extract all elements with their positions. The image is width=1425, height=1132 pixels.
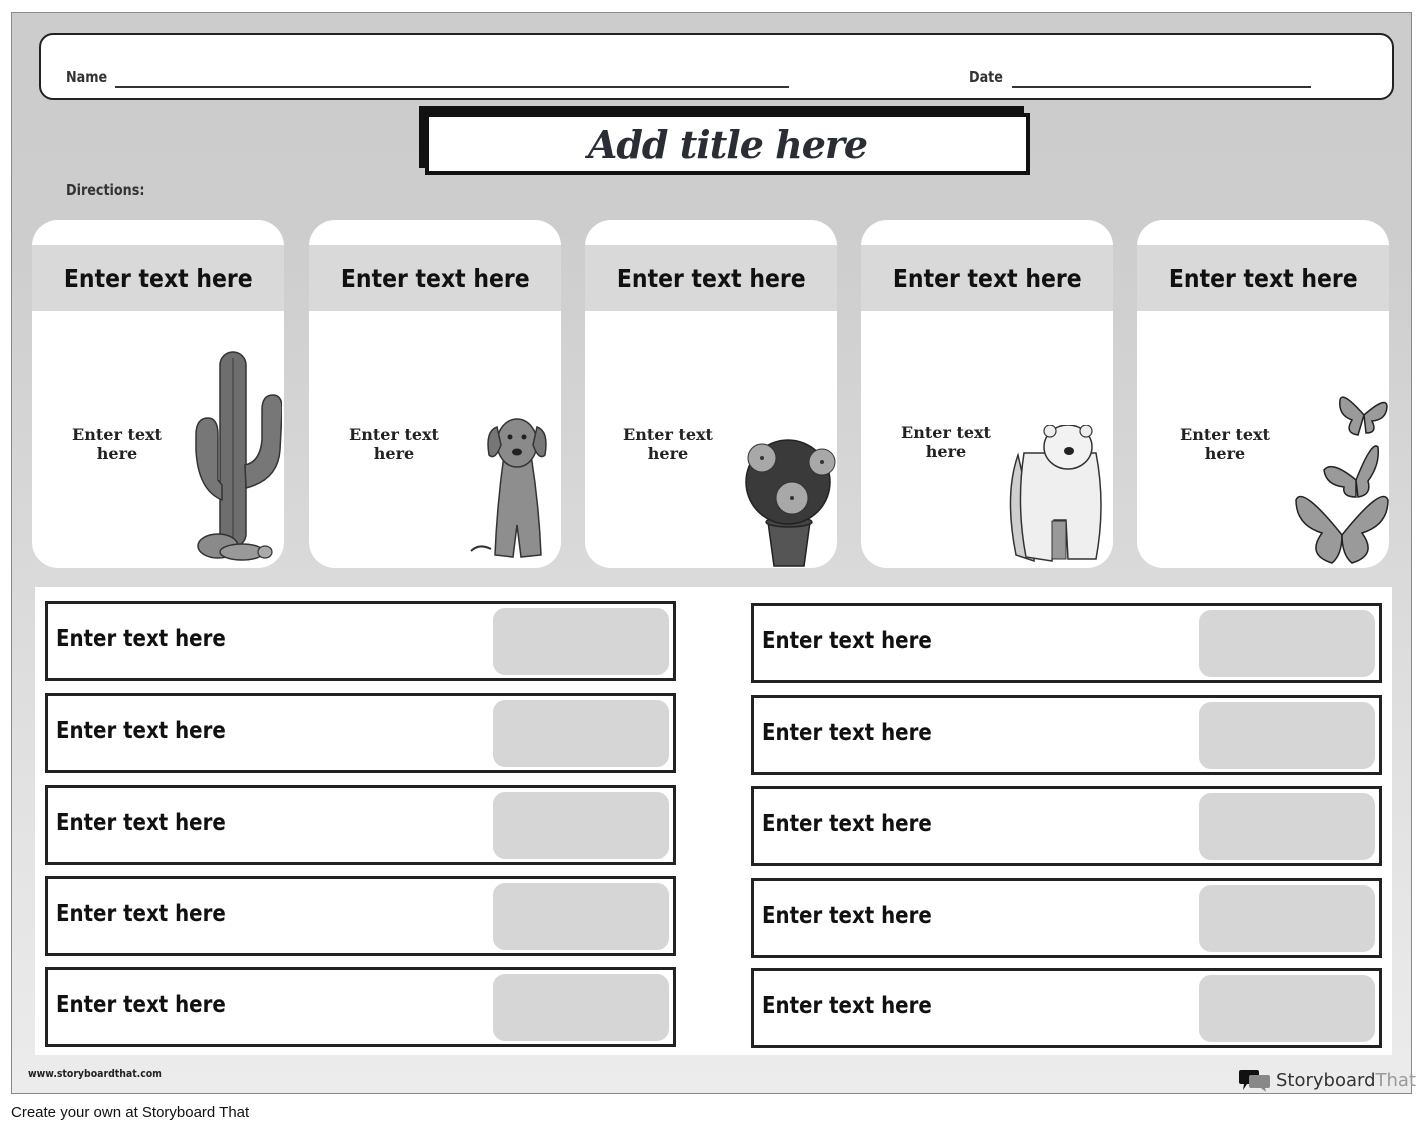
polar-bear-icon — [1009, 425, 1102, 563]
row-label: Enter text here — [762, 993, 932, 1019]
row-left[interactable]: Enter text here — [45, 693, 676, 773]
answer-slot[interactable] — [1199, 610, 1375, 677]
answer-slot[interactable] — [493, 700, 669, 767]
answer-slot[interactable] — [493, 974, 669, 1041]
card-body-text[interactable]: Enter text here — [1170, 425, 1280, 463]
card-body-text[interactable]: Enter text here — [891, 423, 1001, 461]
card-body-text[interactable]: Enter text here — [613, 425, 723, 463]
butterflies-icon — [1295, 396, 1389, 564]
brand-logo: StoryboardThat — [1239, 1068, 1416, 1092]
answer-slot[interactable] — [1199, 975, 1375, 1042]
row-left[interactable]: Enter text here — [45, 876, 676, 956]
card: Enter text here Enter text here — [1137, 220, 1389, 568]
create-your-own-link[interactable]: Create your own at Storyboard That — [11, 1104, 249, 1121]
card-body-text[interactable]: Enter text here — [62, 425, 172, 463]
card-body-text[interactable]: Enter text here — [339, 425, 449, 463]
answer-slot[interactable] — [493, 883, 669, 950]
row-label: Enter text here — [762, 720, 932, 746]
flower-pot-icon — [745, 439, 836, 567]
cactus-icon — [195, 351, 282, 561]
name-field[interactable] — [115, 86, 789, 88]
answer-slot[interactable] — [1199, 793, 1375, 860]
card-header-text: Enter text here — [1168, 263, 1358, 293]
title-box[interactable]: Add title here — [425, 113, 1030, 175]
answer-slot[interactable] — [493, 792, 669, 859]
row-left[interactable]: Enter text here — [45, 601, 676, 681]
row-left[interactable]: Enter text here — [45, 785, 676, 865]
row-label: Enter text here — [56, 718, 226, 744]
brand-secondary: That — [1375, 1069, 1417, 1091]
row-right[interactable]: Enter text here — [751, 878, 1382, 958]
cards-row: Enter text here Enter text here Enter te… — [32, 220, 1392, 568]
name-date-box: Name Date — [39, 33, 1394, 100]
row-label: Enter text here — [762, 628, 932, 654]
row-label: Enter text here — [56, 901, 226, 927]
rows-panel: Enter text here Enter text here Enter te… — [35, 587, 1392, 1055]
card: Enter text here Enter text here — [585, 220, 837, 568]
speech-bubbles-icon — [1239, 1070, 1270, 1092]
row-label: Enter text here — [56, 626, 226, 652]
answer-slot[interactable] — [1199, 885, 1375, 952]
row-right[interactable]: Enter text here — [751, 695, 1382, 775]
date-label: Date — [969, 68, 1003, 86]
card-header[interactable]: Enter text here — [585, 245, 837, 311]
page-title: Add title here — [587, 121, 868, 167]
name-label: Name — [66, 68, 108, 86]
row-right[interactable]: Enter text here — [751, 603, 1382, 683]
row-right[interactable]: Enter text here — [751, 786, 1382, 866]
card-header-text: Enter text here — [892, 263, 1082, 293]
footer-url: www.storyboardthat.com — [28, 1067, 162, 1080]
card-header-text: Enter text here — [63, 263, 253, 293]
card: Enter text here Enter text here — [32, 220, 284, 568]
directions-label: Directions: — [66, 181, 145, 199]
brand-primary: Storyboard — [1276, 1069, 1376, 1091]
date-field[interactable] — [1012, 86, 1311, 88]
dog-icon — [470, 418, 547, 558]
row-label: Enter text here — [56, 992, 226, 1018]
answer-slot[interactable] — [1199, 702, 1375, 769]
card-header[interactable]: Enter text here — [861, 245, 1113, 311]
worksheet: Name Date Add title here Directions: Ent… — [11, 12, 1416, 1094]
card-header[interactable]: Enter text here — [32, 245, 284, 311]
card-header-text: Enter text here — [616, 263, 806, 293]
card-header[interactable]: Enter text here — [309, 245, 561, 311]
row-label: Enter text here — [56, 810, 226, 836]
card: Enter text here Enter text here — [861, 220, 1113, 568]
row-left[interactable]: Enter text here — [45, 967, 676, 1047]
card: Enter text here Enter text here — [309, 220, 561, 568]
row-label: Enter text here — [762, 903, 932, 929]
card-header[interactable]: Enter text here — [1137, 245, 1389, 311]
card-header-text: Enter text here — [340, 263, 530, 293]
answer-slot[interactable] — [493, 608, 669, 675]
row-label: Enter text here — [762, 811, 932, 837]
row-right[interactable]: Enter text here — [751, 968, 1382, 1048]
